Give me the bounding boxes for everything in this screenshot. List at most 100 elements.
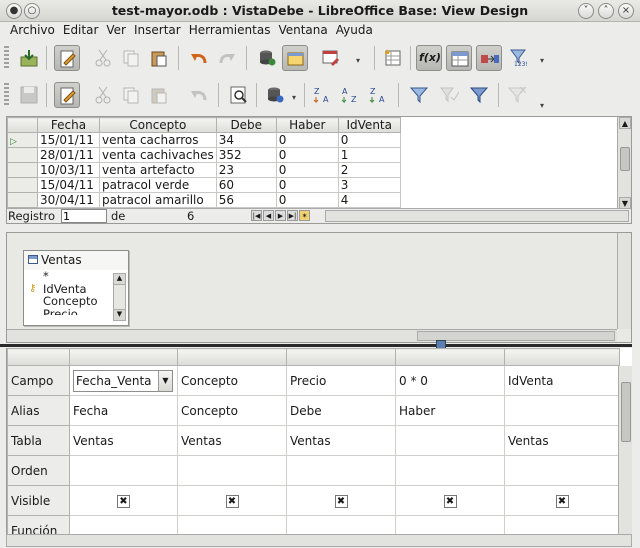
field-list-scrollbar[interactable]: ▲ ▼ (113, 273, 126, 321)
table-cell[interactable]: 10/03/11 (37, 162, 100, 178)
table-cell[interactable]: 0 (275, 147, 339, 163)
table-cell[interactable]: 352 (215, 147, 277, 163)
sort-icon[interactable]: ZA (310, 82, 336, 108)
order-cell[interactable] (177, 455, 287, 486)
column-header[interactable]: Concepto (99, 117, 217, 133)
paste-icon[interactable] (146, 82, 172, 108)
table-row[interactable]: 10/03/11 venta artefacto 23 0 2 (7, 162, 401, 178)
copy-icon[interactable] (118, 82, 144, 108)
menu-ventana[interactable]: Ventana (274, 22, 331, 38)
edit-mode-icon[interactable] (54, 45, 80, 71)
table-cell[interactable]: 1 (337, 147, 401, 163)
grid-horizontal-scrollbar[interactable] (6, 534, 632, 547)
table-cell[interactable]: 0 (275, 162, 339, 178)
remove-filter-icon[interactable] (504, 82, 530, 108)
table-window-ventas[interactable]: Ventas * ⚷ IdVenta Concepto Precio ▲ ▼ (23, 250, 129, 326)
table-row[interactable]: 30/04/11 patracol amarillo 56 0 4 (7, 192, 401, 208)
table-cell[interactable]: 56 (215, 192, 277, 208)
cut-icon[interactable] (90, 45, 116, 71)
table-name-icon[interactable] (446, 45, 472, 71)
refresh-icon[interactable] (262, 82, 288, 108)
record-number-input[interactable] (61, 209, 107, 223)
toolbar-grip[interactable] (4, 83, 9, 107)
table-cell[interactable]: 34 (215, 132, 277, 148)
scroll-up-icon[interactable]: ▲ (619, 117, 631, 129)
table-cell[interactable]: 3 (337, 177, 401, 193)
function-cell[interactable] (286, 515, 396, 534)
scroll-thumb[interactable] (621, 382, 631, 442)
function-cell[interactable] (69, 515, 178, 534)
visible-checkbox[interactable]: ✖ (443, 495, 457, 508)
table-cell[interactable]: 28/01/11 (37, 147, 100, 163)
row-header[interactable] (7, 147, 38, 163)
order-cell[interactable] (69, 455, 178, 486)
table-cell[interactable]: venta cachivaches (99, 147, 217, 163)
minimize-button[interactable]: ˅ (578, 3, 594, 19)
design-horizontal-scrollbar[interactable] (7, 329, 617, 342)
column-header[interactable]: Fecha (37, 117, 100, 133)
clear-query-icon[interactable] (318, 45, 344, 71)
undo-icon[interactable] (186, 82, 212, 108)
undo-icon[interactable] (186, 45, 212, 71)
add-field-icon[interactable] (380, 45, 406, 71)
find-icon[interactable] (226, 82, 252, 108)
table-cell[interactable]: 0 (275, 192, 339, 208)
pane-splitter[interactable] (0, 344, 632, 347)
field-cell[interactable]: Fecha_Venta ▼ (69, 365, 178, 396)
scroll-down-icon[interactable]: ▼ (114, 309, 125, 320)
order-cell[interactable] (504, 455, 620, 486)
close-button[interactable]: × (618, 3, 634, 19)
table-row[interactable]: 28/01/11 venta cachivaches 352 0 1 (7, 147, 401, 163)
maximize-button[interactable]: ˄ (598, 3, 614, 19)
copy-icon[interactable] (118, 45, 144, 71)
table-cell[interactable]: 15/04/11 (37, 177, 100, 193)
functions-icon[interactable]: f(x) (416, 45, 442, 71)
column-header[interactable]: Haber (275, 117, 339, 133)
previous-record-icon[interactable]: ◀ (263, 210, 274, 221)
column-selector[interactable] (395, 348, 505, 366)
table-cell[interactable] (395, 425, 505, 456)
table-cell[interactable]: 60 (215, 177, 277, 193)
column-selector[interactable] (69, 348, 178, 366)
table-cell[interactable]: 30/04/11 (37, 192, 100, 208)
field-cell[interactable]: 0 * 0 (395, 365, 505, 396)
order-cell[interactable] (395, 455, 505, 486)
table-cell[interactable]: 4 (337, 192, 401, 208)
paste-icon[interactable] (146, 45, 172, 71)
table-row[interactable]: ▷ 15/01/11 venta cacharros 34 0 0 (7, 132, 401, 148)
distinct-values-icon[interactable]: 123! (506, 45, 532, 71)
menu-herramientas[interactable]: Herramientas (185, 22, 275, 38)
function-cell[interactable] (504, 515, 620, 534)
results-horizontal-scrollbar[interactable] (325, 210, 629, 222)
function-cell[interactable] (177, 515, 287, 534)
table-cell[interactable]: venta cacharros (99, 132, 217, 148)
table-window-header[interactable]: Ventas (24, 251, 128, 270)
autofilter-icon[interactable] (406, 82, 432, 108)
menu-ver[interactable]: Ver (102, 22, 130, 38)
visible-checkbox[interactable]: ✖ (117, 495, 130, 508)
scroll-thumb[interactable] (620, 147, 630, 171)
table-cell[interactable]: Ventas (177, 425, 287, 456)
next-record-icon[interactable]: ▶ (275, 210, 286, 221)
field-cell[interactable]: Precio (286, 365, 396, 396)
sort-descending-icon[interactable]: ZA (366, 82, 392, 108)
field-select[interactable]: Fecha_Venta ▼ (73, 369, 173, 392)
visible-checkbox[interactable]: ✖ (555, 495, 569, 508)
table-cell[interactable]: patracol amarillo (99, 192, 217, 208)
table-cell[interactable]: 15/01/11 (37, 132, 100, 148)
alias-icon[interactable] (476, 45, 502, 71)
row-header[interactable] (7, 162, 38, 178)
column-selector[interactable] (177, 348, 287, 366)
alias-cell[interactable]: Haber (395, 395, 505, 426)
last-record-icon[interactable]: ▶| (287, 210, 298, 221)
menu-editar[interactable]: Editar (59, 22, 103, 38)
order-cell[interactable] (286, 455, 396, 486)
table-cell[interactable]: 0 (337, 132, 401, 148)
alias-cell[interactable]: Fecha (69, 395, 178, 426)
apply-filter-icon[interactable] (436, 82, 462, 108)
toolbar-grip[interactable] (4, 46, 9, 70)
current-row-indicator[interactable]: ▷ (7, 132, 38, 148)
row-header[interactable] (7, 177, 38, 193)
table-cell[interactable]: venta artefacto (99, 162, 217, 178)
field-cell[interactable]: Concepto (177, 365, 287, 396)
